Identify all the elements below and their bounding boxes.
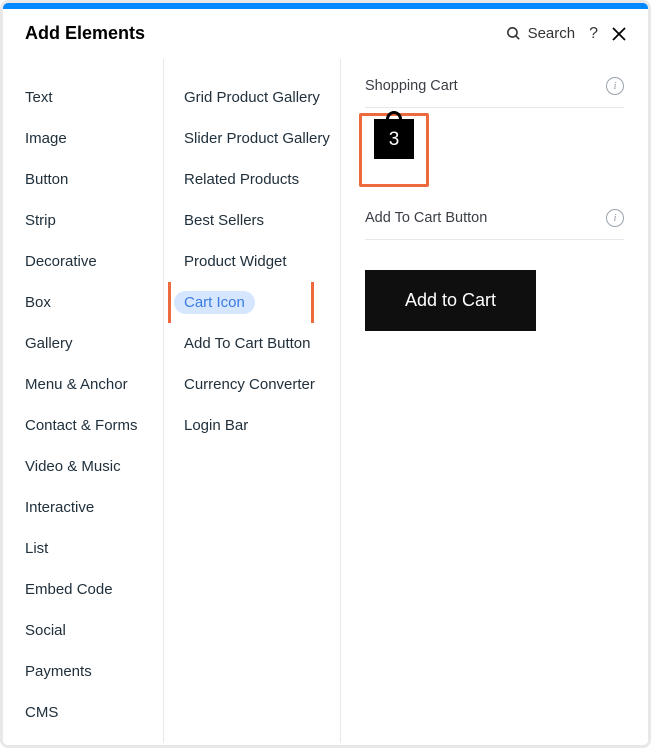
category-item-box[interactable]: Box: [3, 282, 163, 323]
category-item-image[interactable]: Image: [3, 118, 163, 159]
info-icon[interactable]: i: [606, 209, 624, 227]
category-item-embed-code[interactable]: Embed Code: [3, 569, 163, 610]
sub-item-currency-converter[interactable]: Currency Converter: [164, 364, 340, 405]
section-shopping-cart-header: Shopping Cart i: [365, 77, 624, 108]
search-label: Search: [528, 25, 576, 42]
category-item-video-music[interactable]: Video & Music: [3, 446, 163, 487]
category-item-gallery[interactable]: Gallery: [3, 323, 163, 364]
category-item-list[interactable]: List: [3, 528, 163, 569]
category-list: Text Image Button Strip Decorative Box G…: [3, 59, 163, 743]
section-title: Shopping Cart: [365, 78, 458, 94]
sub-item-add-to-cart-button[interactable]: Add To Cart Button: [164, 323, 340, 364]
category-item-button[interactable]: Button: [3, 159, 163, 200]
sub-item-grid-product-gallery[interactable]: Grid Product Gallery: [164, 77, 340, 118]
category-item-contact-forms[interactable]: Contact & Forms: [3, 405, 163, 446]
cart-count: 3: [389, 129, 400, 151]
shopping-bag-icon: 3: [374, 119, 414, 159]
add-to-cart-button-preview[interactable]: Add to Cart: [365, 270, 536, 331]
category-item-menu-anchor[interactable]: Menu & Anchor: [3, 364, 163, 405]
category-item-text[interactable]: Text: [3, 77, 163, 118]
subcategory-list: Grid Product Gallery Slider Product Gall…: [163, 59, 341, 743]
category-item-strip[interactable]: Strip: [3, 200, 163, 241]
help-button[interactable]: ?: [589, 25, 598, 43]
sub-item-related-products[interactable]: Related Products: [164, 159, 340, 200]
sub-item-best-sellers[interactable]: Best Sellers: [164, 200, 340, 241]
category-item-decorative[interactable]: Decorative: [3, 241, 163, 282]
sub-item-cart-icon[interactable]: Cart Icon: [164, 282, 340, 323]
search-icon: [505, 25, 522, 42]
close-icon: [612, 27, 626, 41]
panel-header: Add Elements Search ?: [3, 9, 648, 59]
cart-icon-preview[interactable]: 3: [365, 119, 423, 181]
sub-item-product-widget[interactable]: Product Widget: [164, 241, 340, 282]
sub-item-login-bar[interactable]: Login Bar: [164, 405, 340, 446]
section-title: Add To Cart Button: [365, 210, 487, 226]
category-item-social[interactable]: Social: [3, 610, 163, 651]
search-button[interactable]: Search: [505, 25, 576, 42]
panel-title: Add Elements: [25, 23, 145, 44]
close-button[interactable]: [612, 27, 626, 41]
category-item-payments[interactable]: Payments: [3, 651, 163, 692]
category-item-cms[interactable]: CMS: [3, 692, 163, 733]
info-icon[interactable]: i: [606, 77, 624, 95]
sub-item-slider-product-gallery[interactable]: Slider Product Gallery: [164, 118, 340, 159]
category-item-interactive[interactable]: Interactive: [3, 487, 163, 528]
preview-pane: Shopping Cart i 3 Add To Cart Button i: [341, 59, 648, 743]
category-item-blog[interactable]: Blog: [3, 733, 163, 748]
section-add-to-cart-header: Add To Cart Button i: [365, 209, 624, 240]
